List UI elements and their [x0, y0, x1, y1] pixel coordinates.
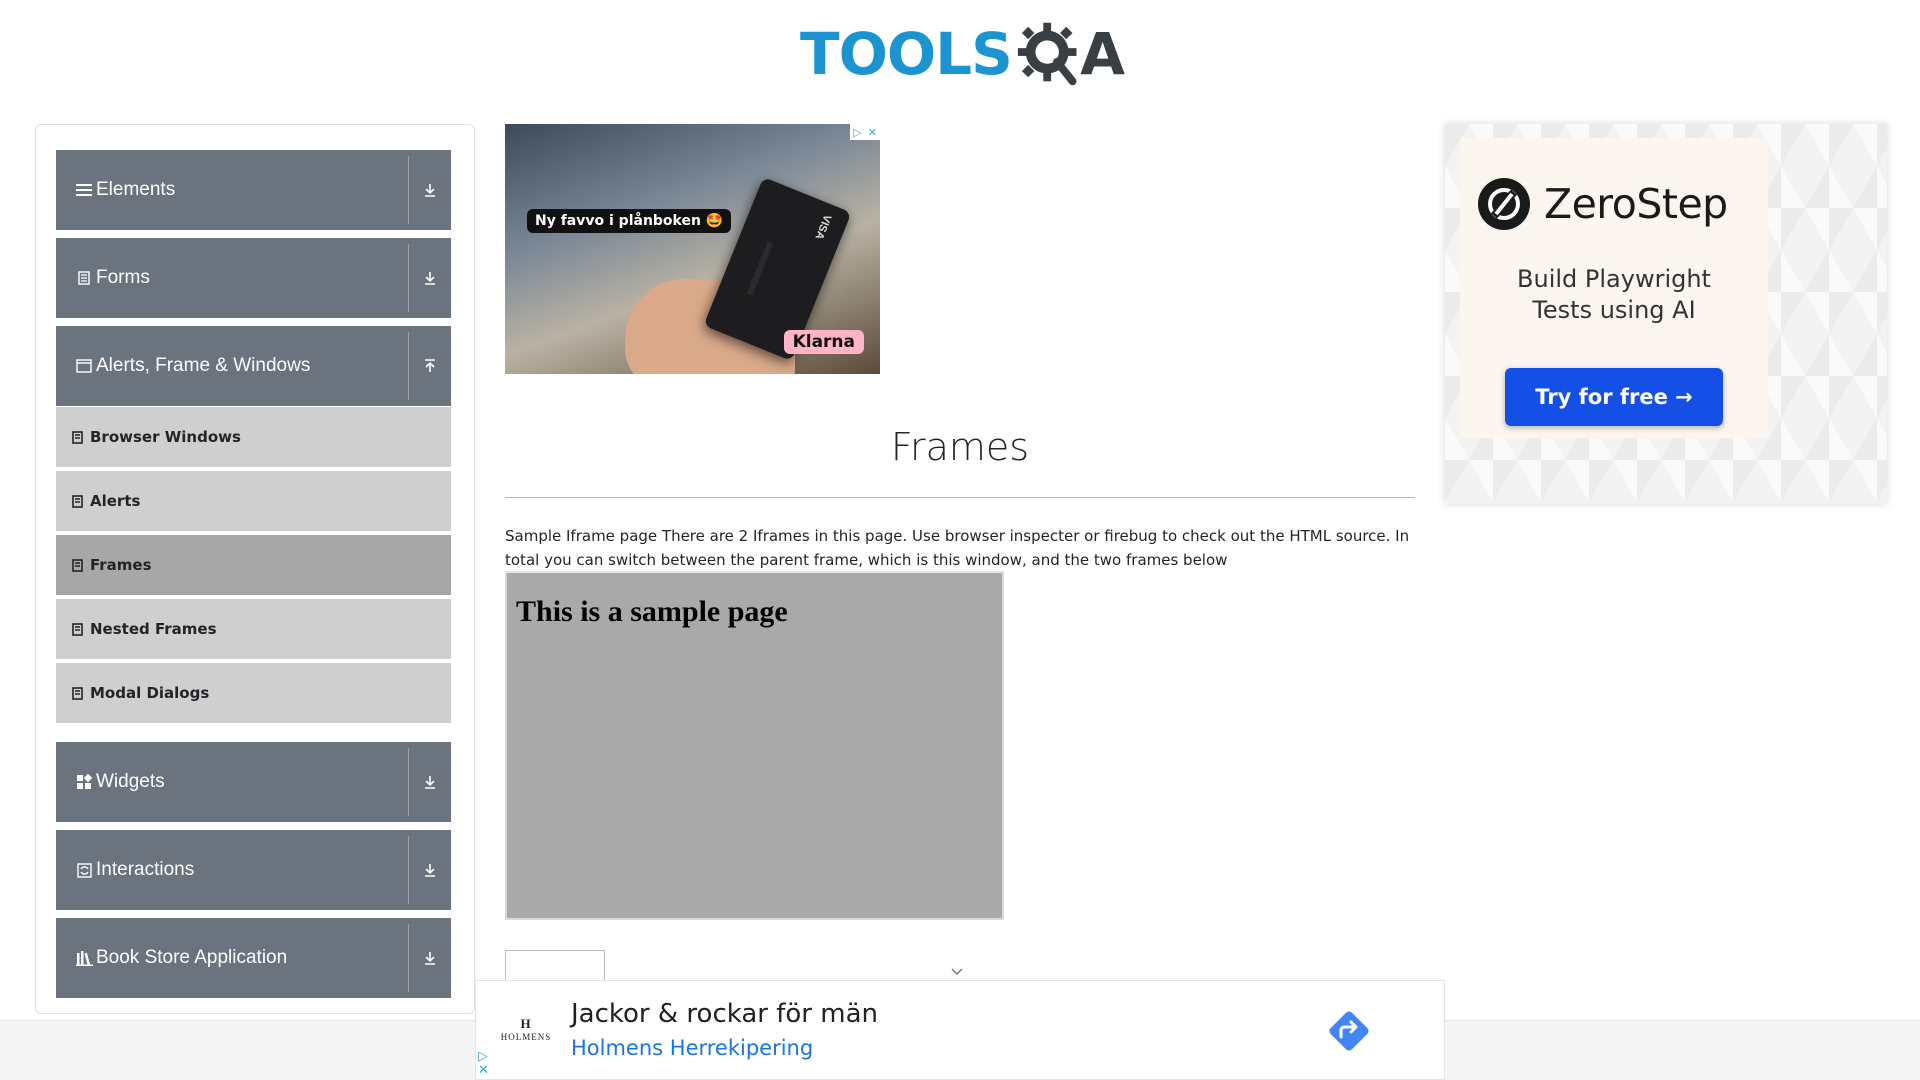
logo-text-a: A — [1080, 20, 1125, 88]
ad-panel: ZeroStep Build Playwright Tests using AI… — [1460, 138, 1768, 438]
expand-arrow-icon[interactable] — [417, 742, 443, 822]
ad-tagline-line1: Build Playwright — [1517, 265, 1711, 293]
adchoices-icon[interactable]: ▷ — [478, 1049, 489, 1063]
ad-tagline: Build Playwright Tests using AI — [1460, 264, 1768, 326]
page-description: Sample Iframe page There are 2 Iframes i… — [505, 527, 1410, 569]
sidebar-item-frames[interactable]: Frames — [56, 534, 451, 595]
ad-banner-right[interactable]: ZeroStep Build Playwright Tests using AI… — [1445, 124, 1887, 504]
logo-text-tools: TOOLS — [800, 20, 1013, 88]
page-title: Frames — [890, 425, 1030, 469]
ad-tagline-line2: Tests using AI — [1532, 296, 1696, 324]
collapse-arrow-icon[interactable] — [417, 326, 443, 406]
list-item-icon — [72, 686, 86, 700]
card-mark: VISA — [812, 212, 834, 242]
close-icon[interactable]: ✕ — [868, 126, 877, 139]
expand-arrow-icon[interactable] — [417, 918, 443, 998]
sidebar-group-widgets[interactable]: Widgets — [56, 742, 451, 822]
divider — [408, 924, 409, 992]
divider — [408, 836, 409, 904]
sidebar-group-label: Interactions — [96, 859, 195, 880]
sidebar-group-alerts-frame-windows[interactable]: Alerts, Frame & Windows — [56, 326, 451, 406]
sidebar-item-label: Alerts — [90, 492, 141, 510]
sidebar-item-label: Nested Frames — [90, 620, 217, 638]
list-item-icon — [72, 430, 86, 444]
try-for-free-button[interactable]: Try for free → — [1505, 368, 1723, 426]
sidebar-group-interactions[interactable]: Interactions — [56, 830, 451, 910]
sidebar-group-label: Elements — [96, 179, 176, 200]
sidebar-group-label: Book Store Application — [96, 947, 288, 968]
directions-arrow-icon[interactable] — [1324, 1006, 1374, 1056]
ad-headline: Jackor & rockar för män — [571, 999, 878, 1029]
zerostep-logo: ZeroStep — [1478, 178, 1728, 230]
sidebar-item-modal-dialogs[interactable]: Modal Dialogs — [56, 662, 451, 723]
sidebar-group-elements[interactable]: Elements — [56, 150, 451, 230]
holmens-monogram: H — [520, 1016, 532, 1031]
ad-choices-bottom[interactable]: ▷ ✕ — [478, 1049, 489, 1077]
expand-arrow-icon[interactable] — [417, 830, 443, 910]
list-item-icon — [72, 494, 86, 508]
zerostep-logo-icon — [1478, 178, 1530, 230]
ad-choices[interactable]: ▷ ✕ — [850, 124, 880, 140]
close-icon[interactable]: ✕ — [478, 1063, 489, 1077]
expand-arrow-icon[interactable] — [417, 238, 443, 318]
hamburger-icon — [72, 183, 96, 197]
interactions-icon — [72, 862, 96, 878]
card-logo — [746, 241, 787, 301]
toolsqa-logo[interactable]: TOOLS A — [800, 14, 1125, 94]
iframe-frame1[interactable]: This is a sample page — [505, 571, 1004, 920]
holmens-wordmark: HOLMENS — [500, 1032, 552, 1042]
ad-brand-badge: Klarna — [783, 330, 864, 354]
list-item-icon — [72, 622, 86, 636]
window-icon — [72, 359, 96, 373]
divider — [408, 156, 409, 224]
sidebar-group-label: Widgets — [96, 771, 165, 792]
sidebar-item-browser-windows[interactable]: Browser Windows — [56, 406, 451, 467]
chevron-down-icon[interactable] — [950, 966, 964, 976]
sidebar-item-label: Frames — [90, 556, 152, 574]
divider — [408, 244, 409, 312]
sidebar-item-label: Modal Dialogs — [90, 684, 210, 702]
title-divider — [505, 497, 1415, 498]
divider — [408, 748, 409, 816]
ad-bubble-text: Ny favvo i plånboken 🤩 — [527, 209, 732, 233]
adchoices-icon: ▷ — [853, 126, 862, 139]
ad-banner-bottom[interactable]: H HOLMENS Jackor & rockar för män Holmen… — [475, 980, 1445, 1080]
ad-brand-name: ZeroStep — [1544, 180, 1728, 228]
frame-heading: This is a sample page — [516, 595, 788, 628]
sidebar-group-label: Alerts, Frame & Windows — [96, 355, 311, 376]
sidebar-item-nested-frames[interactable]: Nested Frames — [56, 598, 451, 659]
holmens-logo: H HOLMENS — [496, 1016, 556, 1042]
books-icon — [72, 950, 96, 966]
divider — [408, 332, 409, 400]
list-item-icon — [72, 558, 86, 572]
sidebar-group-label: Forms — [96, 267, 150, 288]
expand-arrow-icon[interactable] — [417, 150, 443, 230]
widgets-icon — [72, 774, 96, 790]
gear-q-icon — [1017, 22, 1077, 86]
ad-advertiser-link[interactable]: Holmens Herrekipering — [571, 1036, 813, 1060]
form-icon — [72, 271, 96, 285]
sidebar-item-alerts[interactable]: Alerts — [56, 470, 451, 531]
ad-banner-top[interactable]: ▷ ✕ VISA Ny favvo i plånboken 🤩 Klarna — [505, 124, 880, 374]
sidebar-item-label: Browser Windows — [90, 428, 241, 446]
iframe-frame2[interactable] — [505, 950, 605, 980]
left-sidebar: Elements Forms Alerts, Frame & Windows B… — [35, 124, 475, 1014]
sidebar-group-forms[interactable]: Forms — [56, 238, 451, 318]
sidebar-group-book-store[interactable]: Book Store Application — [56, 918, 451, 998]
